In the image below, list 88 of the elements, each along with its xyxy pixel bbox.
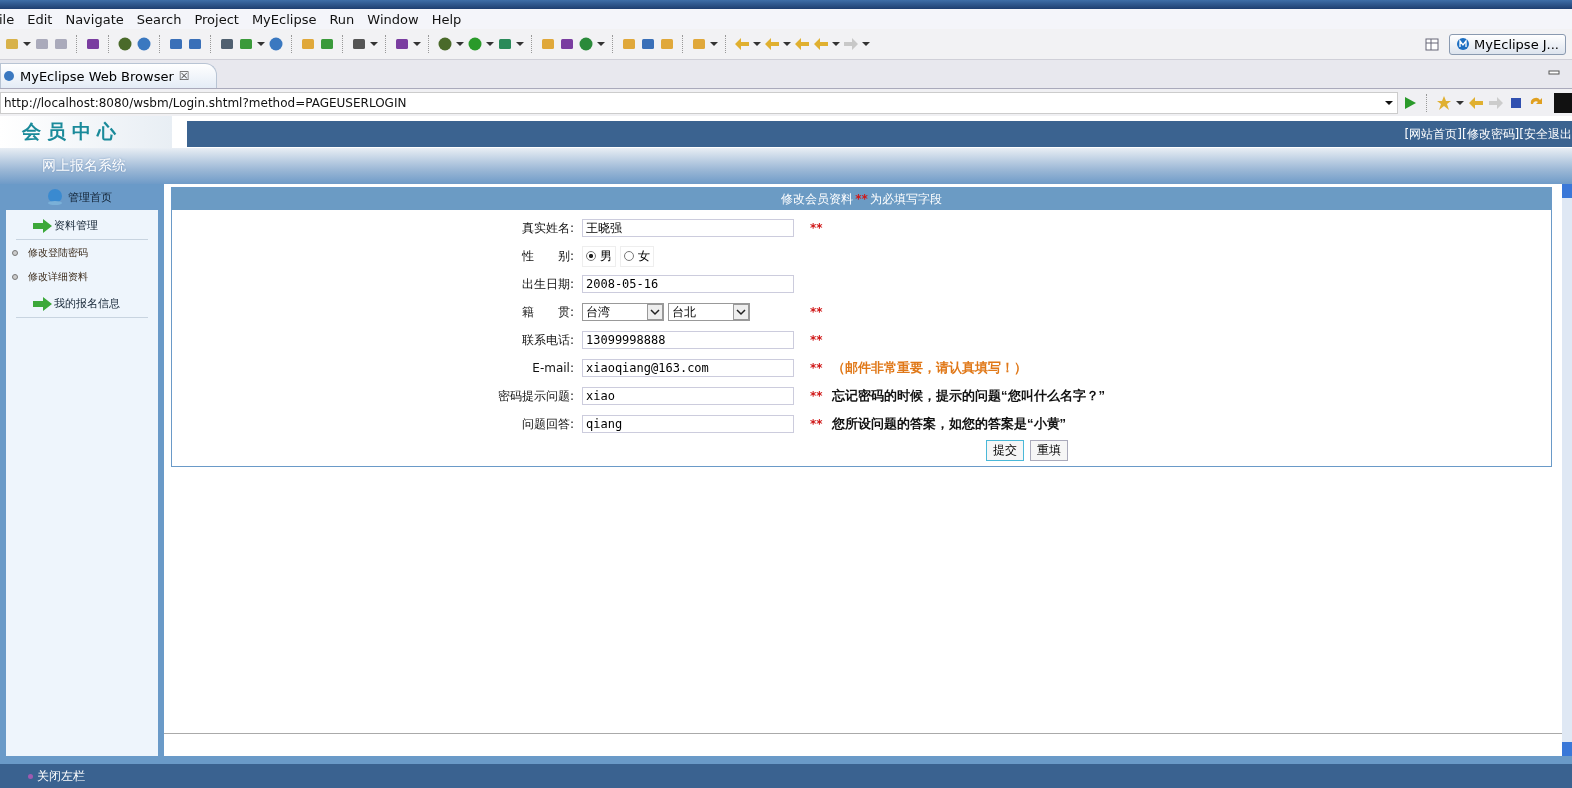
field-label: 籍 贯: (520, 303, 574, 321)
dropdown-caret-icon[interactable] (413, 41, 421, 47)
bullet-icon (12, 250, 18, 256)
arrow-icon (32, 218, 52, 233)
dropdown-caret-icon[interactable] (516, 41, 524, 47)
address-bar[interactable]: http://localhost:8080/wsbm/Login.shtml?method=PAGEUSERLOGIN (0, 91, 1398, 114)
form-button[interactable]: 重填 (1029, 440, 1068, 461)
field-label: 性 别: (520, 247, 574, 265)
form-button[interactable]: 提交 (985, 440, 1024, 461)
collapse-sidebar-link[interactable]: 关闭左栏 (37, 767, 85, 785)
minimize-icon[interactable] (1548, 68, 1560, 76)
globe-icon (3, 70, 15, 82)
menu-item[interactable]: MyEclipse (245, 11, 324, 27)
menu-item[interactable]: Window (361, 11, 426, 27)
menu-item[interactable]: Navigate (59, 11, 131, 27)
logo-icon (1456, 37, 1471, 51)
field-label: E-mail: (531, 361, 574, 375)
section-link[interactable]: 资料管理 (54, 218, 98, 233)
field-label: 出生日期: (520, 275, 574, 293)
sidebar-link[interactable]: 修改详细资料 (28, 270, 88, 284)
bullet-icon (28, 773, 33, 779)
field-hint: 您所设问题的答案，如您的答案是“小黄” (832, 415, 1066, 433)
go-icon[interactable] (1402, 94, 1418, 111)
radio-button[interactable] (624, 251, 634, 261)
perspective-button[interactable]: MyEclipse J... (1449, 33, 1566, 55)
dropdown-caret-icon[interactable] (832, 41, 840, 47)
required-mark: ** (810, 389, 824, 403)
editor-tab[interactable]: MyEclipse Web Browser ☒ (0, 63, 217, 88)
required-mark: ** (810, 333, 824, 347)
sidebar-link[interactable]: 修改登陆密码 (28, 246, 88, 260)
dropdown-caret-icon[interactable] (486, 41, 494, 47)
text-field[interactable]: 13099998888 (582, 331, 794, 349)
radio-label: 女 (638, 247, 650, 265)
top-link[interactable]: [修改密码] (1461, 125, 1520, 143)
dropdown-caret-icon[interactable] (1385, 99, 1393, 106)
dropdown[interactable]: 台北 (668, 303, 750, 321)
required-mark: ** (810, 361, 824, 375)
field-hint: 忘记密码的时候，提示的问题“您叫什么名字？” (832, 387, 1105, 405)
dropdown-caret-icon[interactable] (783, 41, 791, 47)
home-link[interactable]: 管理首页 (68, 189, 112, 205)
dropdown-caret-icon[interactable] (862, 41, 870, 47)
dropdown-caret-icon[interactable] (23, 41, 31, 47)
bullet-icon (12, 274, 18, 280)
dropdown-caret-icon[interactable] (456, 41, 464, 47)
text-field[interactable]: qiang (582, 415, 794, 433)
required-mark: ** (810, 221, 824, 235)
menu-item[interactable]: Project (188, 11, 246, 27)
arrow-icon (32, 296, 52, 311)
toolbar-block (1554, 92, 1572, 113)
text-field[interactable]: xiao (582, 387, 794, 405)
required-mark: ** (810, 417, 824, 431)
required-note: 为必填写字段 (869, 190, 942, 208)
field-label: 真实姓名: (520, 219, 574, 237)
menu-item[interactable]: Run (323, 11, 362, 27)
top-link[interactable]: [安全退出 (1519, 125, 1572, 143)
open-perspective-icon[interactable] (1424, 36, 1441, 52)
radio-button[interactable] (586, 251, 596, 261)
field-label: 联系电话: (520, 331, 574, 349)
dropdown-caret-icon[interactable] (370, 41, 378, 47)
text-field[interactable]: 2008-05-16 (582, 275, 794, 293)
menu-item[interactable]: Edit (21, 11, 60, 27)
scrollbar[interactable] (1562, 184, 1572, 756)
radio-label: 男 (600, 247, 612, 265)
star-icon[interactable] (1436, 94, 1452, 111)
top-link[interactable]: [网站首页] (1404, 125, 1462, 143)
site-subtitle: 网上报名系统 (41, 157, 126, 175)
text-field[interactable]: 王晓强 (582, 219, 794, 237)
required-mark: ** (810, 305, 824, 319)
section-link[interactable]: 我的报名信息 (54, 296, 120, 311)
dropdown[interactable]: 台湾 (582, 303, 664, 321)
dropdown-caret-icon[interactable] (1456, 99, 1464, 106)
field-label: 密码提示问题: (496, 387, 574, 405)
globe-icon (46, 188, 64, 206)
menu-item[interactable]: Search (130, 11, 189, 27)
globe-icon[interactable] (268, 36, 284, 52)
menu-item[interactable]: ile (0, 11, 22, 27)
menu-item[interactable]: Help (425, 11, 469, 27)
text-field[interactable]: xiaoqiang@163.com (582, 359, 794, 377)
panel-title: 修改会员资料 (781, 190, 854, 208)
required-mark: ** (855, 192, 868, 206)
dropdown-caret-icon[interactable] (710, 41, 718, 47)
field-hint: （邮件非常重要，请认真填写！） (832, 359, 1027, 377)
field-label: 问题回答: (520, 415, 574, 433)
dropdown-caret-icon[interactable] (753, 41, 761, 47)
dropdown-caret-icon[interactable] (257, 41, 265, 47)
dropdown-caret-icon[interactable] (597, 41, 605, 47)
globe-icon[interactable] (136, 36, 152, 52)
close-icon[interactable]: ☒ (178, 69, 190, 83)
